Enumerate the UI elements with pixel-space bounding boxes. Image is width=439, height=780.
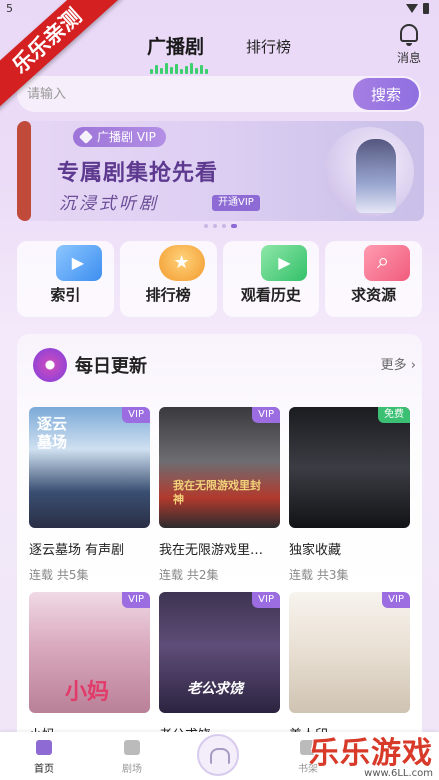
history-icon	[261, 245, 308, 281]
drama-cover: 免费	[289, 407, 410, 528]
section-title: 每日更新	[75, 356, 147, 377]
drama-cover: VIP	[289, 592, 410, 713]
search-input[interactable]	[27, 76, 347, 112]
banner-pagination	[204, 224, 237, 228]
search-button[interactable]: 搜索	[353, 78, 419, 110]
banner-open-vip-button[interactable]: 开通VIP	[212, 195, 260, 211]
drama-title: 逐云墓场 有声剧	[29, 543, 125, 558]
battery-icon	[423, 3, 429, 14]
diamond-icon	[78, 129, 94, 145]
bell-icon	[400, 24, 418, 46]
drama-card[interactable]: 老公求饶 VIP 老公求饶	[159, 592, 280, 743]
watermark-title: 乐乐游戏	[309, 736, 433, 771]
quick-action-label: 索引	[50, 286, 81, 304]
free-badge: 免费	[378, 407, 410, 423]
drama-cover: 逐云墓场 VIP	[29, 407, 150, 528]
now-playing-headphones-button[interactable]	[197, 734, 239, 776]
more-label: 更多	[380, 358, 407, 373]
chevron-right-icon: ›	[406, 358, 416, 373]
wifi-icon	[406, 4, 418, 13]
vip-banner[interactable]: 广播剧 VIP 专属剧集抢先看 沉浸式听剧 开通VIP	[17, 121, 424, 221]
nav-label: 首页	[34, 764, 54, 775]
vip-badge: VIP	[252, 407, 280, 423]
pagination-dot-active	[231, 224, 237, 228]
message-button[interactable]: 消息	[393, 24, 425, 66]
message-label: 消息	[396, 51, 421, 65]
cover-title: 小妈	[65, 680, 110, 705]
banner-figure-illustration	[356, 139, 396, 213]
drama-card[interactable]: 小妈 VIP 小妈	[29, 592, 150, 743]
drama-card[interactable]: 免费 独家收藏 连载 共3集	[289, 407, 410, 583]
banner-pill-label: 广播剧 VIP	[97, 130, 156, 144]
more-link[interactable]: 更多 ›	[381, 354, 416, 373]
search-resource-icon	[364, 245, 410, 281]
vip-badge: VIP	[252, 592, 280, 608]
site-watermark: 乐乐游戏 www.6LL.com	[309, 728, 433, 779]
status-icons	[406, 3, 429, 14]
drama-cover: 我在无限游戏里封神 VIP	[159, 407, 280, 528]
tv-icon	[124, 740, 140, 755]
banner-title: 专属剧集抢先看	[57, 161, 219, 186]
drama-meta: 连载 共5集	[29, 568, 89, 582]
nav-label: 剧场	[122, 764, 142, 775]
cover-title: 老公求饶	[187, 681, 243, 697]
quick-action-label: 观看历史	[240, 286, 301, 304]
top-header: 广播剧 排行榜 消息	[0, 22, 439, 74]
pagination-dot	[204, 224, 208, 228]
quick-actions: 索引 排行榜 观看历史 求资源	[17, 241, 422, 317]
quick-action-history[interactable]: 观看历史	[222, 241, 320, 317]
nav-theater[interactable]: 剧场	[112, 740, 152, 775]
daily-updates-section: 每日更新 更多 › 逐云墓场 VIP 逐云墓场 有声剧 连载 共5集 我在无限游…	[17, 334, 422, 780]
drama-meta: 连载 共3集	[289, 568, 349, 582]
banner-subtitle: 沉浸式听剧	[59, 194, 159, 214]
drama-cover: 老公求饶 VIP	[159, 592, 280, 713]
drama-card[interactable]: 逐云墓场 VIP 逐云墓场 有声剧 连载 共5集	[29, 407, 150, 583]
pagination-dot	[222, 224, 226, 228]
status-bar: 5	[0, 0, 439, 18]
quick-action-label: 排行榜	[145, 286, 191, 304]
tab-broadcast-drama[interactable]: 广播剧	[147, 32, 204, 59]
cover-title: 逐云墓场	[37, 415, 68, 451]
tab-ranking[interactable]: 排行榜	[246, 36, 291, 57]
trophy-icon	[158, 245, 205, 281]
quick-action-label: 求资源	[351, 286, 397, 304]
status-time: 5	[6, 2, 13, 15]
drama-card[interactable]: 我在无限游戏里封神 VIP 我在无限游戏里… 连载 共2集	[159, 407, 280, 583]
quick-action-ranking[interactable]: 排行榜	[119, 241, 217, 317]
home-icon	[36, 740, 52, 755]
vip-badge: VIP	[122, 407, 150, 423]
drama-title: 我在无限游戏里…	[159, 543, 264, 558]
search-bar: 搜索	[17, 76, 421, 112]
drama-cover: 小妈 VIP	[29, 592, 150, 713]
cover-title: 我在无限游戏里封神	[173, 479, 261, 506]
vinyl-disc-icon	[33, 348, 67, 382]
banner-prev-edge	[17, 121, 31, 221]
active-tab-wave-icon	[150, 62, 212, 74]
vip-badge: VIP	[122, 592, 150, 608]
drama-card[interactable]: VIP 美人印	[289, 592, 410, 743]
quick-action-request[interactable]: 求资源	[325, 241, 422, 317]
pagination-dot	[213, 224, 217, 228]
nav-home[interactable]: 首页	[24, 740, 64, 775]
quick-action-index[interactable]: 索引	[17, 241, 114, 317]
vip-badge: VIP	[382, 592, 410, 608]
video-index-icon	[55, 245, 102, 281]
drama-title: 独家收藏	[289, 543, 342, 558]
drama-meta: 连载 共2集	[159, 568, 219, 582]
banner-vip-pill: 广播剧 VIP	[73, 127, 166, 147]
